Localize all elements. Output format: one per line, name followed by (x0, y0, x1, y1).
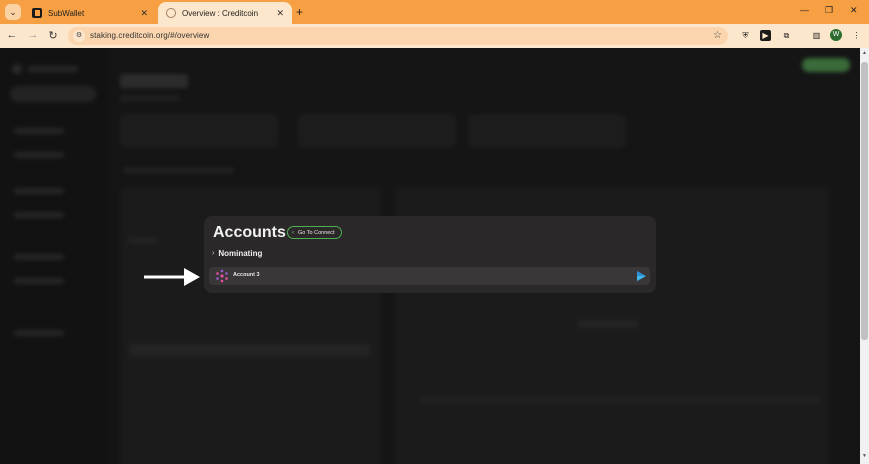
scrollbar-thumb[interactable] (861, 62, 868, 340)
account-identicon-icon (216, 269, 228, 283)
url-text: staking.creditcoin.org/#/overview (90, 31, 210, 40)
forward-arrow-icon[interactable]: → (26, 29, 40, 41)
go-to-connect-label: Go To Connect (298, 229, 335, 236)
play-arrow-icon[interactable] (637, 271, 646, 281)
panel-button (578, 320, 638, 328)
chevron-down-icon: ⌄ (9, 6, 17, 17)
account-name: Account 3 (233, 272, 260, 278)
close-icon[interactable]: ✕ (140, 8, 148, 19)
tab-overview-creditcoin[interactable]: Overview : Creditcoin ✕ (158, 2, 292, 24)
subwallet-extension-icon[interactable]: ▶ (760, 30, 771, 41)
profile-avatar[interactable]: W (830, 29, 842, 41)
globe-favicon-icon (166, 8, 176, 18)
sidebar-item (14, 254, 64, 260)
section-heading (124, 168, 234, 173)
group-label: Nominating (218, 249, 263, 258)
sidebar-item (14, 188, 64, 194)
nominating-group-toggle[interactable]: › Nominating (212, 249, 262, 258)
connect-button (802, 58, 850, 72)
minimize-icon[interactable]: — (800, 5, 809, 15)
back-arrow-icon[interactable]: ← (5, 29, 19, 41)
tab-strip: ⌄ SubWallet ✕ Overview : Creditcoin ✕ + … (0, 0, 869, 24)
stat-card (468, 114, 626, 148)
network-selector (10, 86, 96, 102)
close-icon[interactable]: ✕ (276, 8, 284, 19)
page-title (120, 74, 188, 88)
address-bar[interactable]: ⚙ staking.creditcoin.org/#/overview ☆ (68, 27, 728, 45)
stat-card (298, 114, 456, 148)
tab-title: SubWallet (48, 8, 85, 18)
window-close-icon[interactable]: ✕ (850, 5, 858, 16)
subwallet-favicon-icon (32, 8, 42, 18)
panel-divider (420, 398, 820, 402)
sidebar-item (14, 152, 64, 158)
sidebar-item (14, 212, 64, 218)
page-scrollbar[interactable]: ▲ ▼ (860, 48, 869, 464)
chevron-left-icon: ‹ (292, 229, 294, 236)
scroll-up-icon[interactable]: ▲ (861, 50, 868, 56)
extensions-puzzle-icon[interactable]: ⧉ (781, 30, 792, 41)
page-subtitle (120, 96, 180, 101)
page-viewport: Accounts ‹ Go To Connect › Nominating Ac… (0, 48, 860, 464)
sidebar (0, 48, 108, 464)
scroll-down-icon[interactable]: ▼ (861, 453, 868, 459)
maximize-icon[interactable]: ❐ (825, 5, 833, 16)
modal-title: Accounts (213, 224, 286, 241)
side-panel-icon[interactable]: ▥ (811, 30, 822, 41)
reload-icon[interactable]: ↻ (46, 29, 60, 42)
account-row[interactable]: Account 3 (209, 267, 650, 285)
sidebar-item (14, 128, 64, 134)
annotation-arrow-icon (144, 268, 200, 286)
new-tab-button[interactable]: + (296, 5, 303, 19)
panel-field (130, 344, 370, 356)
stat-card (120, 114, 278, 148)
go-to-connect-button[interactable]: ‹ Go To Connect (287, 226, 342, 239)
sidebar-item (14, 278, 64, 284)
browser-menu-icon[interactable]: ⋮ (851, 30, 862, 41)
sidebar-item (14, 330, 64, 336)
panel-text (128, 238, 158, 243)
tab-title: Overview : Creditcoin (182, 8, 259, 18)
browser-toolbar: ← → ↻ ⚙ staking.creditcoin.org/#/overvie… (0, 24, 869, 48)
tab-subwallet[interactable]: SubWallet ✕ (24, 2, 156, 24)
site-info-icon[interactable]: ⚙ (73, 30, 85, 42)
shield-extension-icon[interactable]: ⛨ (740, 30, 751, 41)
accounts-modal: Accounts ‹ Go To Connect › Nominating Ac… (204, 216, 656, 293)
bookmark-star-icon[interactable]: ☆ (713, 30, 722, 41)
tab-search-button[interactable]: ⌄ (5, 4, 21, 20)
chevron-right-icon: › (212, 250, 215, 257)
app-logo (12, 64, 102, 74)
